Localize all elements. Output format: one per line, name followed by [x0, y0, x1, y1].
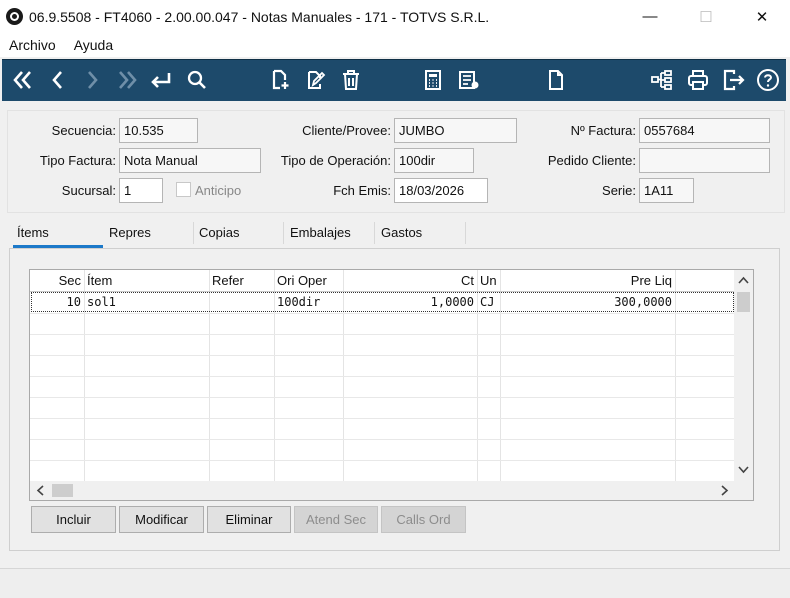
last-record-icon[interactable] [112, 64, 142, 96]
list-report-icon[interactable] [454, 64, 484, 96]
sucursal-field[interactable]: 1 [119, 178, 163, 203]
items-grid[interactable]: Sec Ítem Refer Ori Oper Ct Un Pre Liq 10… [29, 269, 754, 501]
cell-ct: 1,0000 [430, 295, 474, 309]
atend-sec-button[interactable]: Atend Sec [294, 506, 378, 533]
horizontal-scrollbar[interactable] [30, 481, 735, 500]
column-header-ct[interactable]: Ct [343, 270, 477, 291]
tipo-operacion-field[interactable]: 100dir [394, 148, 474, 173]
new-document-icon[interactable] [265, 64, 295, 96]
modificar-button[interactable]: Modificar [119, 506, 204, 533]
cell-item: sol1 [87, 295, 116, 309]
vertical-scroll-thumb[interactable] [737, 292, 750, 312]
minimize-button[interactable]: — [622, 0, 678, 33]
window-controls: — ☐ ✕ [622, 0, 790, 33]
print-icon[interactable] [683, 64, 713, 96]
hierarchy-icon[interactable] [647, 64, 677, 96]
nro-factura-label: Nº Factura: [570, 123, 636, 138]
scroll-left-icon[interactable] [30, 481, 50, 500]
next-record-icon[interactable] [77, 64, 107, 96]
sucursal-label: Sucursal: [61, 183, 116, 198]
tab-copias[interactable]: Copias [195, 220, 283, 248]
tab-separator [374, 222, 375, 244]
cell-un: CJ [480, 295, 495, 309]
incluir-button[interactable]: Incluir [31, 506, 116, 533]
scroll-right-icon[interactable] [715, 481, 735, 500]
return-icon[interactable] [146, 64, 176, 96]
cliente-field[interactable]: JUMBO [394, 118, 517, 143]
exit-icon[interactable] [719, 64, 749, 96]
help-icon[interactable] [753, 64, 783, 96]
app-logo-icon [6, 8, 23, 25]
status-bar [0, 568, 790, 598]
calculator-icon[interactable] [418, 64, 448, 96]
column-header-sec[interactable]: Sec [30, 270, 84, 291]
tipo-factura-label: Tipo Factura: [39, 153, 116, 168]
serie-field[interactable]: 1A11 [639, 178, 694, 203]
tab-separator [283, 222, 284, 244]
calls-ord-button[interactable]: Calls Ord [381, 506, 466, 533]
column-header-ori-oper[interactable]: Ori Oper [274, 270, 343, 291]
menu-ayuda[interactable]: Ayuda [74, 37, 113, 53]
tab-separator [193, 222, 194, 244]
cell-pre-liq: 300,0000 [614, 295, 672, 309]
cell-ori-oper: 100dir [277, 295, 321, 309]
serie-label: Serie: [602, 183, 636, 198]
tab-separator [465, 222, 466, 244]
cliente-label: Cliente/Provee: [302, 123, 391, 138]
tipo-operacion-label: Tipo de Operación: [280, 153, 391, 168]
secuencia-field[interactable]: 10.535 [119, 118, 198, 143]
previous-record-icon[interactable] [43, 64, 73, 96]
vertical-scrollbar[interactable] [734, 270, 753, 482]
anticipo-checkbox[interactable] [176, 182, 191, 197]
edit-document-icon[interactable] [300, 64, 330, 96]
tipo-factura-field[interactable]: Nota Manual [119, 148, 261, 173]
column-header-un[interactable]: Un [477, 270, 500, 291]
horizontal-scroll-thumb[interactable] [52, 484, 73, 497]
pedido-cliente-field[interactable] [639, 148, 770, 173]
nro-factura-field[interactable]: 0557684 [639, 118, 770, 143]
eliminar-button[interactable]: Eliminar [207, 506, 291, 533]
toolbar [2, 59, 786, 101]
column-header-item[interactable]: Ítem [84, 270, 209, 291]
blank-document-icon[interactable] [541, 64, 571, 96]
menu-bar: Archivo Ayuda [0, 33, 790, 57]
search-icon[interactable] [182, 64, 212, 96]
scroll-down-icon[interactable] [734, 460, 753, 480]
scroll-up-icon[interactable] [734, 270, 753, 290]
cell-refer [209, 292, 274, 313]
tab-repres[interactable]: Repres [105, 220, 193, 248]
close-button[interactable]: ✕ [734, 0, 790, 33]
tab-embalajes[interactable]: Embalajes [286, 220, 374, 248]
maximize-button[interactable]: ☐ [678, 0, 734, 33]
scrollbar-corner [734, 481, 753, 500]
cell-sec: 10 [66, 295, 81, 309]
delete-icon[interactable] [336, 64, 366, 96]
tab-items[interactable]: Ítems [13, 220, 103, 248]
title-bar: 06.9.5508 - FT4060 - 2.00.00.047 - Notas… [0, 0, 790, 33]
fch-emis-field[interactable]: 18/03/2026 [394, 178, 488, 203]
secuencia-label: Secuencia: [51, 123, 116, 138]
first-record-icon[interactable] [8, 64, 38, 96]
tab-gastos[interactable]: Gastos [377, 220, 465, 248]
anticipo-label: Anticipo [195, 183, 242, 198]
column-header-pre-liq[interactable]: Pre Liq [500, 270, 675, 291]
column-header-refer[interactable]: Refer [209, 270, 274, 291]
pedido-cliente-label: Pedido Cliente: [547, 153, 636, 168]
window-title: 06.9.5508 - FT4060 - 2.00.00.047 - Notas… [29, 8, 490, 25]
menu-archivo[interactable]: Archivo [9, 37, 56, 53]
fch-emis-label: Fch Emis: [333, 183, 391, 198]
